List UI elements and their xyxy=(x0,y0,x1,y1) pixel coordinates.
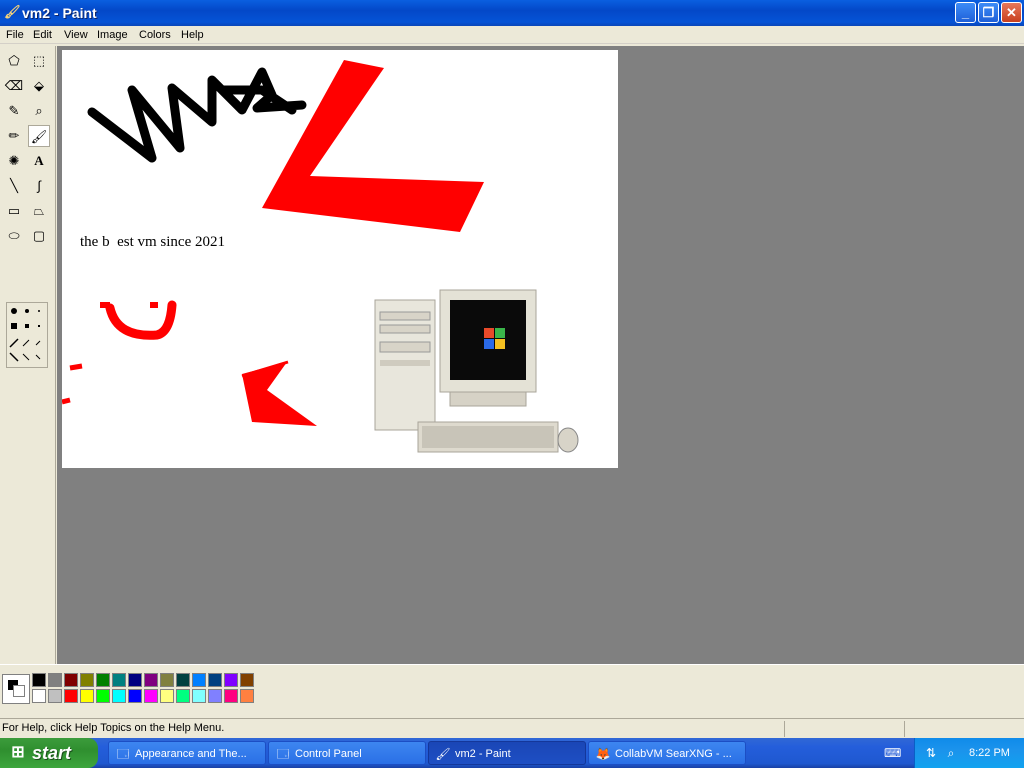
menu-bar: File Edit View Image Colors Help xyxy=(0,26,1024,44)
color-swatch[interactable] xyxy=(192,673,206,687)
canvas-text: the b est vm since 2021 xyxy=(80,234,225,250)
toolbox: ⬠ ⬚ ⌫ ⬙ ✎ ⌕ ✏ 🖌 ✺ A ╲ ∫ ▭ ⏢ ⬭ ▢ xyxy=(0,46,56,664)
computer-image xyxy=(374,289,579,453)
taskbar: ⊞ start 🗔 Appearance and The... 🗔 Contro… xyxy=(0,738,1024,768)
color-swatch[interactable] xyxy=(32,673,46,687)
color-swatch[interactable] xyxy=(80,689,94,703)
free-form-select-icon[interactable]: ⬠ xyxy=(3,50,25,72)
system-tray: ⇅ ⌕ 8:22 PM xyxy=(914,738,1024,768)
clock[interactable]: 8:22 PM xyxy=(969,738,1010,768)
menu-edit[interactable]: Edit xyxy=(33,28,52,42)
brush-options-panel[interactable] xyxy=(6,302,48,368)
task-label: vm2 - Paint xyxy=(455,748,511,760)
background-color-swatch[interactable] xyxy=(13,685,25,697)
color-swatch[interactable] xyxy=(112,689,126,703)
color-swatch[interactable] xyxy=(128,673,142,687)
task-paint[interactable]: 🖌 vm2 - Paint xyxy=(428,741,586,765)
color-swatch[interactable] xyxy=(144,689,158,703)
color-swatch[interactable] xyxy=(176,673,190,687)
line-icon[interactable]: ╲ xyxy=(3,175,25,197)
network-icon[interactable]: ⇅ xyxy=(923,745,939,761)
task-label: Appearance and The... xyxy=(135,748,247,760)
color-swatch[interactable] xyxy=(176,689,190,703)
ellipse-icon[interactable]: ⬭ xyxy=(3,225,25,247)
close-button[interactable]: ✕ xyxy=(1001,2,1022,23)
canvas-drawing xyxy=(62,60,579,453)
color-swatch[interactable] xyxy=(224,689,238,703)
color-swatch[interactable] xyxy=(160,689,174,703)
color-swatch[interactable] xyxy=(208,689,222,703)
color-swatch[interactable] xyxy=(96,673,110,687)
menu-view[interactable]: View xyxy=(64,28,88,42)
color-swatch[interactable] xyxy=(208,673,222,687)
window-icon: 🗔 xyxy=(116,747,130,761)
task-label: Control Panel xyxy=(295,748,362,760)
polygon-icon[interactable]: ⏢ xyxy=(28,200,50,222)
search-icon[interactable]: ⌕ xyxy=(943,745,959,761)
paint-icon: 🖌 xyxy=(435,747,451,761)
color-swatch[interactable] xyxy=(128,689,142,703)
color-swatch[interactable] xyxy=(240,673,254,687)
color-swatch[interactable] xyxy=(144,673,158,687)
current-colors[interactable] xyxy=(2,674,30,704)
brush-shapes-icon[interactable] xyxy=(7,303,47,367)
color-picker-icon[interactable]: ✎ xyxy=(3,100,25,122)
window-title: vm2 - Paint xyxy=(22,5,97,21)
status-text: For Help, click Help Topics on the Help … xyxy=(2,722,225,734)
color-swatch[interactable] xyxy=(112,673,126,687)
rectangle-select-icon[interactable]: ⬚ xyxy=(28,50,50,72)
color-swatch[interactable] xyxy=(64,689,78,703)
status-bar: For Help, click Help Topics on the Help … xyxy=(0,718,1024,738)
status-cell-coords xyxy=(784,721,904,737)
paint-app-icon[interactable]: 🖌 xyxy=(4,4,21,20)
menu-image[interactable]: Image xyxy=(97,28,128,42)
task-label: CollabVM SearXNG - ... xyxy=(615,748,732,760)
brush-icon[interactable]: 🖌 xyxy=(28,125,50,147)
color-swatch[interactable] xyxy=(64,673,78,687)
color-swatch[interactable] xyxy=(240,689,254,703)
color-swatch[interactable] xyxy=(48,689,62,703)
start-button[interactable]: ⊞ start xyxy=(0,738,98,768)
window-icon: 🗔 xyxy=(276,747,290,761)
rectangle-icon[interactable]: ▭ xyxy=(3,200,25,222)
title-bar[interactable]: 🖌 vm2 - Paint _ ❐ ✕ xyxy=(0,0,1024,26)
color-swatch[interactable] xyxy=(32,689,46,703)
eraser-icon[interactable]: ⌫ xyxy=(3,75,25,97)
color-swatch[interactable] xyxy=(48,673,62,687)
fill-bucket-icon[interactable]: ⬙ xyxy=(28,75,50,97)
rounded-rectangle-icon[interactable]: ▢ xyxy=(28,225,50,247)
text-icon[interactable]: A xyxy=(28,150,50,172)
menu-help[interactable]: Help xyxy=(181,28,204,42)
color-swatch[interactable] xyxy=(192,689,206,703)
task-appearance[interactable]: 🗔 Appearance and The... xyxy=(108,741,266,765)
airbrush-icon[interactable]: ✺ xyxy=(3,150,25,172)
color-swatch[interactable] xyxy=(80,673,94,687)
keyboard-icon[interactable]: ⌨ xyxy=(884,745,901,761)
menu-file[interactable]: File xyxy=(6,28,24,42)
status-cell-size xyxy=(904,721,1024,737)
color-swatch[interactable] xyxy=(224,673,238,687)
color-swatch[interactable] xyxy=(96,689,110,703)
start-label: start xyxy=(32,743,72,763)
browser-icon: 🦊 xyxy=(595,747,611,761)
color-swatch[interactable] xyxy=(160,673,174,687)
curve-icon[interactable]: ∫ xyxy=(28,175,50,197)
windows-flag-icon: ⊞ xyxy=(11,744,25,761)
pencil-icon[interactable]: ✏ xyxy=(3,125,25,147)
maximize-button[interactable]: ❐ xyxy=(978,2,999,23)
menu-colors[interactable]: Colors xyxy=(139,28,171,42)
minimize-button[interactable]: _ xyxy=(955,2,976,23)
magnifier-icon[interactable]: ⌕ xyxy=(28,100,50,122)
drawing-canvas[interactable]: the b est vm since 2021 xyxy=(62,50,618,468)
task-browser[interactable]: 🦊 CollabVM SearXNG - ... xyxy=(588,741,746,765)
task-control-panel[interactable]: 🗔 Control Panel xyxy=(268,741,426,765)
